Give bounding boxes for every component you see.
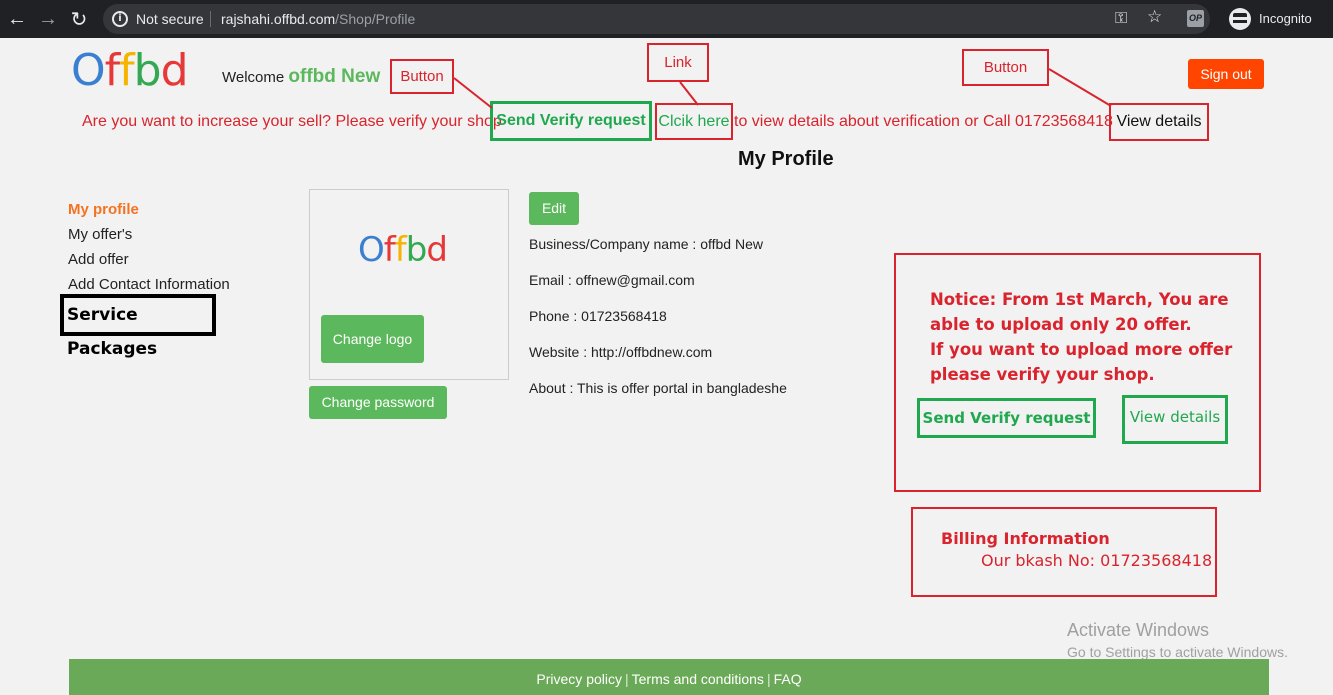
sidebar-item-add-contact-information[interactable]: Add Contact Information bbox=[68, 276, 230, 293]
logo-letter: O bbox=[71, 45, 106, 96]
email-text: Email : offnew@gmail.com bbox=[529, 272, 695, 288]
extension-icon[interactable]: OP bbox=[1187, 10, 1204, 27]
website-text: Website : http://offbdnew.com bbox=[529, 344, 713, 360]
logo-letter: f bbox=[104, 45, 120, 96]
notice-send-verify-button[interactable]: Send Verify request bbox=[917, 398, 1096, 438]
verification-details-link[interactable]: Clcik here bbox=[655, 103, 733, 140]
back-arrow-icon[interactable]: ← bbox=[2, 0, 32, 38]
logo-letter: d bbox=[160, 45, 189, 96]
incognito-icon[interactable] bbox=[1229, 8, 1251, 30]
footer-link-faq[interactable]: FAQ bbox=[774, 671, 802, 687]
footer-divider: | bbox=[625, 671, 629, 687]
business-name-text: Business/Company name : offbd New bbox=[529, 236, 763, 252]
logo-letter: d bbox=[426, 230, 448, 270]
logo-letter: f bbox=[383, 230, 396, 270]
logo-letter: f bbox=[119, 45, 134, 96]
shop-logo-card: Offbd Change logo bbox=[309, 189, 509, 380]
shop-name: offbd New bbox=[288, 66, 381, 87]
info-icon[interactable]: i bbox=[112, 11, 128, 27]
sidebar-item-add-offer[interactable]: Add offer bbox=[68, 251, 129, 268]
security-label[interactable]: Not secure bbox=[136, 11, 204, 27]
notice-line: able to upload only 20 offer. bbox=[930, 315, 1192, 334]
url-host: rajshahi.offbd.com bbox=[221, 11, 336, 27]
change-logo-button[interactable]: Change logo bbox=[321, 315, 424, 363]
edit-button[interactable]: Edit bbox=[529, 192, 579, 225]
url-text[interactable]: rajshahi.offbd.com/Shop/Profile bbox=[221, 11, 415, 27]
activate-windows-subtitle: Go to Settings to activate Windows. bbox=[1067, 644, 1288, 660]
welcome-prefix: Welcome bbox=[222, 69, 285, 86]
notice-line: please verify your shop. bbox=[930, 365, 1155, 384]
forward-arrow-icon[interactable]: → bbox=[33, 0, 63, 38]
sidebar-item-my-offers[interactable]: My offer's bbox=[68, 226, 132, 243]
notice-message: Notice: From 1st March, You are able to … bbox=[930, 287, 1250, 387]
logo-letter: O bbox=[358, 230, 385, 270]
phone-text: Phone : 01723568418 bbox=[529, 308, 667, 324]
footer: Privecy policy | Terms and conditions | FAQ bbox=[69, 659, 1269, 695]
url-path: /Shop/Profile bbox=[335, 11, 416, 27]
annotation-link-label: Link bbox=[647, 43, 709, 82]
notice-view-details-button[interactable]: View details bbox=[1122, 395, 1228, 444]
footer-link-privacy-policy[interactable]: Privecy policy bbox=[536, 671, 622, 687]
shop-logo-image: Offbd bbox=[358, 230, 448, 270]
send-verify-request-button[interactable]: Send Verify request bbox=[490, 101, 652, 141]
verify-prompt: Are you want to increase your sell? Plea… bbox=[82, 113, 502, 130]
key-icon[interactable]: ⚿ bbox=[1115, 8, 1127, 28]
annotation-button-label: Button bbox=[390, 59, 454, 94]
verification-notice: Notice: From 1st March, You are able to … bbox=[894, 253, 1261, 492]
change-password-button[interactable]: Change password bbox=[309, 386, 447, 419]
page-title: My Profile bbox=[738, 148, 834, 170]
annotation-arrow bbox=[453, 77, 493, 109]
activate-windows-title: Activate Windows bbox=[1067, 620, 1210, 640]
annotation-arrow bbox=[1048, 68, 1112, 107]
offbd-logo[interactable]: Offbd bbox=[71, 45, 189, 96]
sidebar-item-service-packages[interactable]: Service Packages bbox=[60, 294, 216, 359]
notice-line: Notice: From 1st March, You are bbox=[930, 290, 1229, 309]
logo-letter: b bbox=[133, 45, 162, 96]
billing-information: Billing Information Our bkash No: 017235… bbox=[911, 507, 1217, 597]
star-icon[interactable]: ☆ bbox=[1147, 7, 1162, 27]
footer-link-terms[interactable]: Terms and conditions bbox=[632, 671, 764, 687]
sidebar-item-my-profile[interactable]: My profile bbox=[68, 201, 139, 218]
sign-out-button[interactable]: Sign out bbox=[1188, 59, 1264, 89]
logo-letter: b bbox=[405, 230, 428, 270]
notice-line: If you want to upload more offer bbox=[930, 340, 1233, 359]
about-text: About : This is offer portal in banglade… bbox=[529, 380, 787, 396]
annotation-arrow bbox=[679, 81, 699, 106]
profile-label[interactable]: Incognito bbox=[1259, 11, 1312, 26]
reload-icon[interactable]: ↻ bbox=[64, 0, 94, 38]
bkash-number: Our bkash No: 01723568418 bbox=[981, 551, 1213, 570]
annotation-button-label: Button bbox=[962, 49, 1049, 86]
welcome-message: Welcome offbd New bbox=[222, 66, 380, 88]
footer-divider: | bbox=[766, 671, 771, 687]
url-divider bbox=[210, 11, 211, 27]
view-details-button[interactable]: View details bbox=[1109, 103, 1209, 141]
verify-call-text: to view details about verification or Ca… bbox=[734, 113, 1113, 130]
billing-title: Billing Information bbox=[941, 529, 1110, 548]
logo-letter: f bbox=[394, 230, 407, 270]
browser-toolbar: ← → ↻ i Not secure rajshahi.offbd.com/Sh… bbox=[0, 0, 1333, 38]
address-bar[interactable]: i Not secure rajshahi.offbd.com/Shop/Pro… bbox=[103, 4, 1210, 34]
